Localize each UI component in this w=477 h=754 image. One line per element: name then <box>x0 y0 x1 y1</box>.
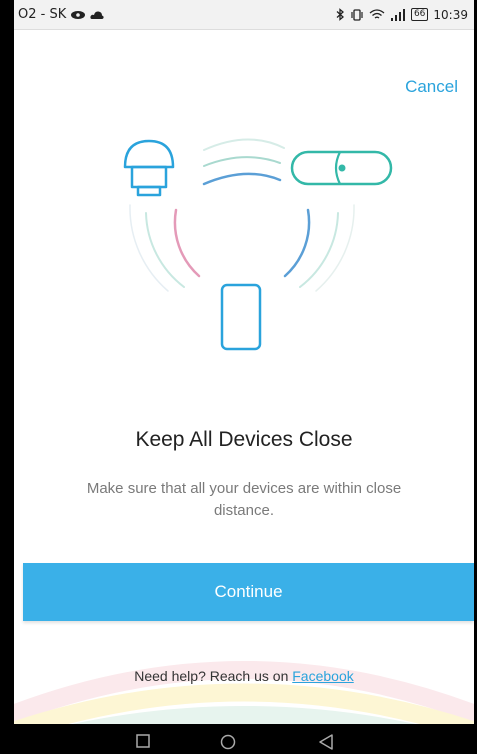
status-bar: O2 - SK 66 10:39 <box>14 0 474 30</box>
cancel-button[interactable]: Cancel <box>399 76 464 98</box>
bluetooth-icon <box>336 8 344 21</box>
continue-button[interactable]: Continue <box>23 563 474 621</box>
recent-apps-icon[interactable] <box>136 734 150 748</box>
page-title: Keep All Devices Close <box>135 428 353 451</box>
facebook-link[interactable]: Facebook <box>292 668 353 684</box>
frame-edge-left <box>0 0 14 754</box>
help-prefix: Need help? Reach us on <box>134 668 293 684</box>
help-text: Need help? Reach us on Facebook <box>14 668 474 684</box>
home-icon[interactable] <box>220 734 236 750</box>
phone-icon <box>220 283 262 351</box>
status-right: 66 10:39 <box>336 8 468 22</box>
wifi-icon <box>369 8 385 19</box>
clock: 10:39 <box>433 7 468 22</box>
battery-icon: 66 <box>410 8 429 21</box>
status-left: O2 - SK <box>18 7 104 22</box>
cloud-icon <box>90 10 104 19</box>
notification-icon <box>71 10 86 19</box>
back-icon[interactable] <box>318 734 334 750</box>
obd-adapter-icon <box>123 139 175 197</box>
page-description: Make sure that all your devices are with… <box>86 480 402 519</box>
device-frame: O2 - SK 66 10:39 Cancel Keep All Devices… <box>0 0 477 754</box>
devices-illustration <box>123 138 393 351</box>
app-screen: O2 - SK 66 10:39 Cancel Keep All Devices… <box>14 0 474 724</box>
tracker-icon <box>290 150 393 186</box>
vibrate-icon <box>351 8 363 21</box>
signal-icon <box>390 8 405 21</box>
navigation-bar <box>0 724 477 754</box>
signal-waves <box>129 138 355 292</box>
carrier-label: O2 - SK <box>18 7 67 22</box>
